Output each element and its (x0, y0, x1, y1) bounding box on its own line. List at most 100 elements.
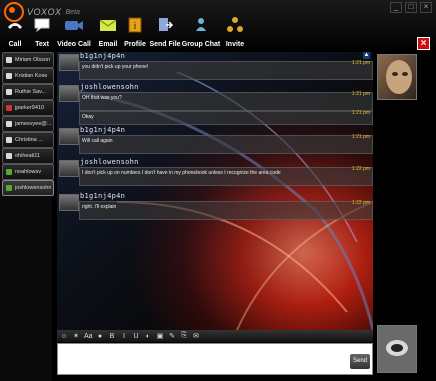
peer-video-thumbnail[interactable] (377, 54, 417, 100)
message-text: you didn't pick up your phone! (82, 64, 149, 70)
video-camera-icon (65, 21, 83, 30)
phone-icon (8, 23, 22, 29)
avatar (6, 121, 12, 127)
message-sender: b1g1nj4p4n (80, 52, 126, 60)
attach-icon[interactable]: ⎘ (180, 332, 188, 340)
chat-history[interactable]: b1g1nj4p4n you didn't pick up your phone… (57, 52, 373, 330)
contact-name: jamesvyee@... (15, 121, 52, 127)
message-time: 1:21 pm (351, 110, 370, 116)
contact-name: Miriam Olsson (15, 57, 51, 63)
font-icon[interactable]: Aa (84, 333, 93, 340)
sparkle-icon[interactable]: ✶ (72, 332, 80, 340)
mail-icon[interactable]: ✉ (192, 332, 200, 340)
avatar (6, 169, 12, 175)
palette-icon[interactable]: ◐ (144, 333, 152, 340)
message-time: 1:22 pm (351, 200, 370, 206)
contact-tab[interactable]: Christina ... (2, 132, 54, 148)
email-label: Email (98, 41, 118, 48)
invite-label: Invite (225, 41, 245, 48)
image-icon[interactable]: ▣ (156, 332, 164, 340)
avatar (6, 185, 12, 191)
group-chat-icon (196, 18, 206, 31)
contact-tab[interactable]: noahlowsv (2, 164, 54, 180)
message-bubble (79, 135, 373, 154)
minimize-button[interactable]: _ (390, 2, 402, 13)
group-chat-button[interactable]: Group Chat (182, 8, 220, 48)
avatar (6, 89, 12, 95)
contact-tab[interactable]: ohiheati11 (2, 148, 54, 164)
send-file-label: Send File (149, 41, 181, 48)
message-sender: joshlowensohn (80, 83, 139, 91)
color-icon[interactable]: ● (96, 333, 104, 340)
contact-name: Ruthie Sav... (15, 89, 47, 95)
toolbar: Call Text Video Call Email i Profile Sen… (0, 8, 250, 48)
avatar (6, 73, 12, 79)
contact-name: Kristian Kose (15, 73, 48, 79)
video-call-button[interactable]: Video Call (54, 8, 94, 48)
contact-tab[interactable]: Miriam Olsson (2, 52, 54, 68)
contact-tab-active[interactable]: joshlowensohn (2, 180, 54, 196)
invite-icon (227, 17, 243, 32)
close-chat-button[interactable]: × (417, 37, 430, 50)
profile-label: Profile (124, 41, 146, 48)
window-close-button[interactable]: × (420, 2, 432, 13)
message-sender: b1g1nj4p4n (80, 126, 126, 134)
message-time: 1:21 pm (351, 134, 370, 140)
video-call-label: Video Call (57, 41, 91, 48)
message-bubble (79, 92, 373, 111)
note-icon[interactable]: ✎ (168, 332, 176, 340)
contact-name: noahlowsv (15, 169, 41, 175)
email-button[interactable]: Email (94, 8, 122, 48)
bold-icon[interactable]: B (108, 333, 116, 340)
message-text: OH that was you? (82, 95, 122, 101)
avatar (59, 85, 79, 102)
message-input[interactable] (57, 343, 373, 375)
message-text: I don't pick up on numbers I don't have … (82, 170, 281, 176)
avatar (6, 57, 12, 63)
message-sender: b1g1nj4p4n (80, 192, 126, 200)
chat-bubble-icon (34, 18, 50, 33)
call-label: Call (8, 41, 22, 48)
text-button[interactable]: Text (30, 8, 54, 48)
scroll-up-button[interactable]: ▲ (363, 52, 370, 59)
maximize-button[interactable]: □ (405, 2, 417, 13)
call-button[interactable]: Call (0, 8, 30, 48)
contact-name: jparker9410 (15, 105, 45, 111)
avatar (6, 153, 12, 159)
emoticon-icon[interactable]: ☺ (60, 333, 68, 340)
profile-button[interactable]: i Profile (122, 8, 148, 48)
avatar (59, 160, 79, 177)
avatar (6, 105, 12, 111)
contact-tab[interactable]: Ruthie Sav... (2, 84, 54, 100)
avatar (6, 137, 12, 143)
message-time: 1:21 pm (351, 91, 370, 97)
svg-text:i: i (134, 21, 137, 32)
window-controls: _ □ × (390, 2, 432, 13)
formatting-toolbar: ☺ ✶ Aa ● B I U ◐ ▣ ✎ ⎘ ✉ (57, 330, 373, 342)
self-video-thumbnail[interactable] (377, 325, 417, 373)
envelope-icon (99, 19, 117, 31)
message-text: Will call again (82, 138, 113, 144)
profile-card-icon: i (128, 17, 142, 33)
contact-name: Christina ... (15, 137, 43, 143)
self-camera-image (378, 326, 416, 372)
message-time: 1:21 pm (351, 60, 370, 66)
message-bubble (79, 201, 373, 220)
italic-icon[interactable]: I (120, 333, 128, 340)
message-text: Okay (82, 114, 94, 120)
send-file-button[interactable]: Send File (148, 8, 182, 48)
contact-tab[interactable]: jparker9410 (2, 100, 54, 116)
send-file-icon (159, 18, 174, 31)
text-label: Text (35, 41, 49, 48)
invite-button[interactable]: Invite (220, 8, 250, 48)
contact-tab[interactable]: jamesvyee@... (2, 116, 54, 132)
contact-tab[interactable]: Kristian Kose (2, 68, 54, 84)
message-time: 1:22 pm (351, 166, 370, 172)
avatar (59, 128, 79, 145)
contact-name: ohiheati11 (15, 153, 40, 159)
send-button[interactable]: Send (350, 354, 370, 369)
message-sender: joshlowensohn (80, 158, 139, 166)
underline-icon[interactable]: U (132, 333, 140, 340)
contact-name: joshlowensohn (15, 185, 52, 191)
avatar (59, 54, 79, 71)
